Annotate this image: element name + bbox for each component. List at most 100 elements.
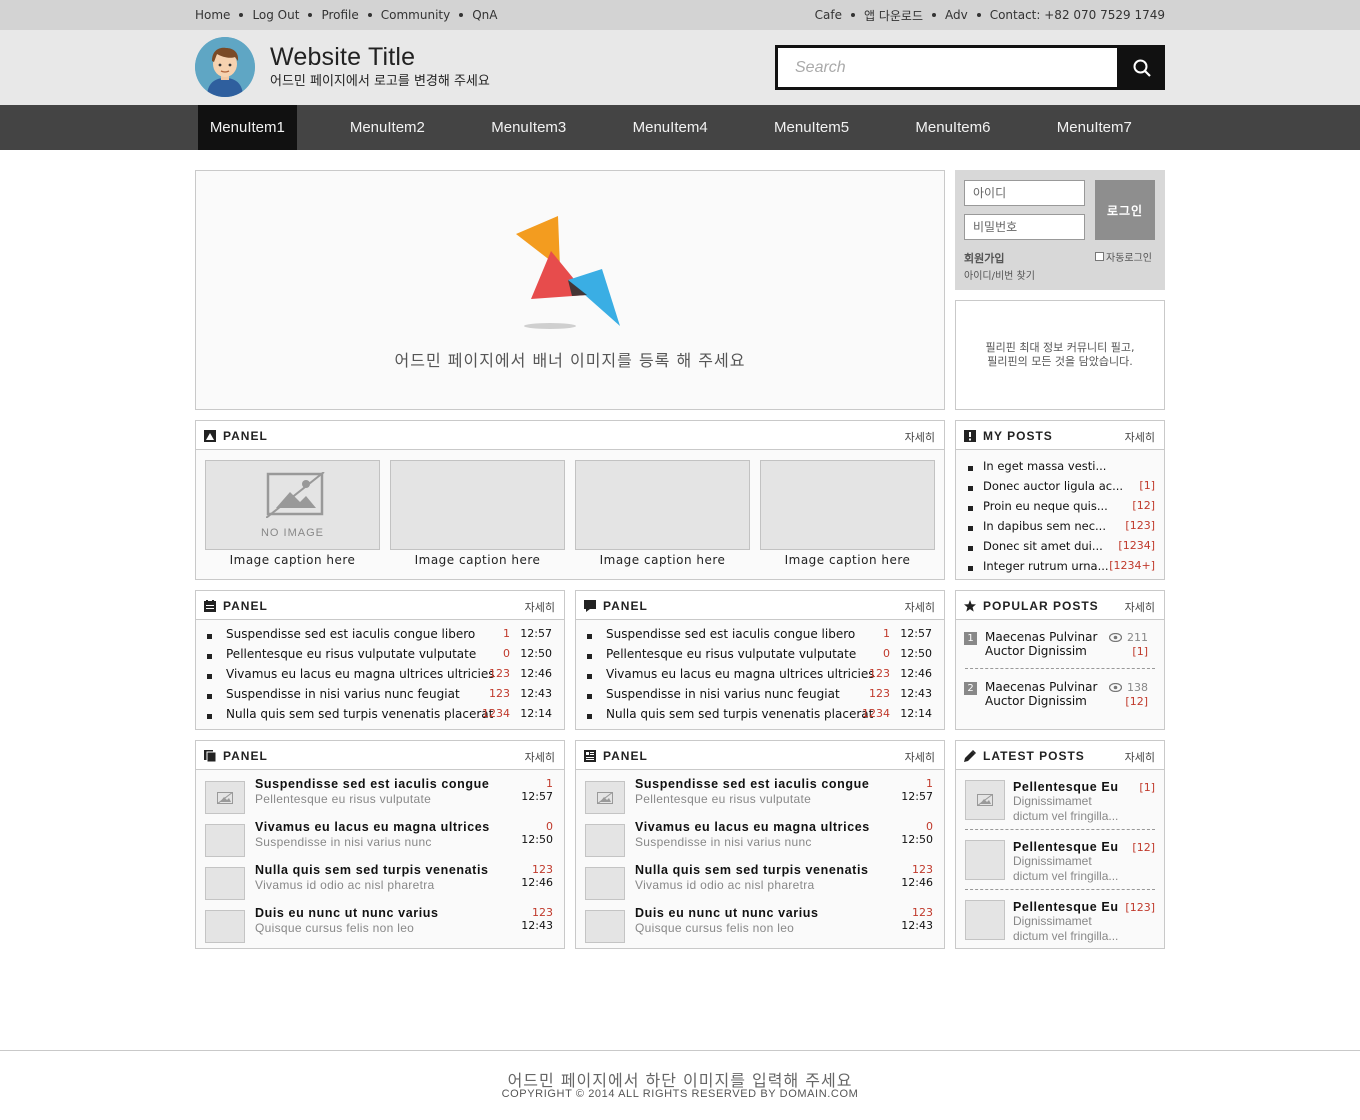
gallery-item[interactable]: Image caption here (760, 460, 935, 567)
alert-icon (964, 430, 976, 442)
list-item[interactable]: Pellentesque Eu Dignissimamet dictum vel … (965, 900, 1155, 948)
find-account-link[interactable]: 아이디/비번 찾기 (964, 267, 1035, 282)
top-link-app-download[interactable]: 앱 다운로드 (864, 7, 923, 24)
thumbnail[interactable] (965, 780, 1005, 820)
nav-item-7[interactable]: MenuItem7 (1024, 105, 1165, 150)
panel-title: POPULAR POSTS (983, 599, 1099, 613)
thumbnail[interactable] (205, 824, 245, 857)
thumbnail[interactable] (585, 824, 625, 857)
eye-icon (1109, 683, 1122, 692)
separator-dot (931, 13, 936, 17)
list-item[interactable]: Integer rutrum urna... [1234+] (968, 559, 1155, 579)
list-item[interactable]: Nulla quis sem sed turpis venenatis Vivam… (205, 863, 553, 903)
top-link-home[interactable]: Home (195, 8, 230, 22)
more-link[interactable]: 자세히 (525, 749, 555, 765)
top-link-community[interactable]: Community (381, 8, 450, 22)
separator-dot (308, 13, 313, 17)
list-item[interactable]: Suspendisse sed est iaculis congue liber… (587, 627, 944, 647)
thumbnail[interactable] (965, 900, 1005, 940)
thumbnail[interactable] (585, 781, 625, 814)
thumbnail[interactable] (205, 781, 245, 814)
comment-count: [12] (1125, 695, 1148, 708)
top-link-contact[interactable]: Contact: +82 070 7529 1749 (990, 8, 1165, 22)
list-item[interactable]: Proin eu neque quis... [12] (968, 499, 1155, 519)
nav-item-3[interactable]: MenuItem3 (458, 105, 599, 150)
list-item[interactable]: Suspendisse in nisi varius nunc feugiat 1… (587, 687, 944, 707)
view-count: 138 (1109, 681, 1148, 694)
list-item[interactable]: Vivamus eu lacus eu magna ultrices ultri… (587, 667, 944, 687)
signup-link[interactable]: 회원가입 (964, 250, 1004, 266)
nav-item-2[interactable]: MenuItem2 (317, 105, 458, 150)
search-button[interactable] (1119, 45, 1165, 90)
top-link-cafe[interactable]: Cafe (815, 8, 842, 22)
thumbnail[interactable] (205, 867, 245, 900)
list-item[interactable]: Pellentesque Eu Dignissimamet dictum vel … (965, 840, 1155, 888)
top-link-qna[interactable]: QnA (472, 8, 497, 22)
image-placeholder-icon (217, 791, 233, 804)
more-link[interactable]: 자세히 (905, 749, 935, 765)
more-link[interactable]: 자세히 (905, 599, 935, 615)
list-item[interactable]: Suspendisse sed est iaculis congue Pellen… (205, 777, 553, 817)
gallery-image[interactable]: NO IMAGE (205, 460, 380, 550)
auto-login-checkbox[interactable] (1095, 252, 1104, 261)
password-input[interactable] (964, 214, 1085, 240)
list-item[interactable]: Pellentesque Eu Dignissimamet dictum vel … (965, 780, 1155, 828)
list-item[interactable]: Suspendisse sed est iaculis congue Pellen… (585, 777, 933, 817)
gallery-caption: Image caption here (414, 553, 541, 567)
divider (965, 829, 1155, 830)
gallery-image[interactable] (760, 460, 935, 550)
top-link-logout[interactable]: Log Out (252, 8, 299, 22)
more-link[interactable]: 자세히 (1125, 749, 1155, 765)
gallery-item[interactable]: Image caption here (390, 460, 565, 567)
list-item[interactable]: In dapibus sem nec... [123] (968, 519, 1155, 539)
view-count: 211 (1109, 631, 1148, 644)
search-input[interactable] (778, 48, 1117, 87)
gallery-item[interactable]: NO IMAGE Image caption here (205, 460, 380, 567)
main-banner[interactable]: 어드민 페이지에서 배너 이미지를 등록 해 주세요 (195, 170, 945, 410)
more-link[interactable]: 자세히 (525, 599, 555, 615)
list-item[interactable]: Pellentesque eu risus vulputate vulputat… (207, 647, 564, 667)
gallery-item[interactable]: Image caption here (575, 460, 750, 567)
top-link-profile[interactable]: Profile (321, 8, 358, 22)
auto-login-toggle[interactable]: 자동로그인 (1095, 249, 1152, 264)
auto-login-label: 자동로그인 (1106, 253, 1152, 264)
nav-item-6[interactable]: MenuItem6 (882, 105, 1023, 150)
list-item[interactable]: Vivamus eu lacus eu magna ultrices ultri… (207, 667, 564, 687)
list-item[interactable]: Duis eu nunc ut nunc varius Quisque cursu… (205, 906, 553, 946)
site-title[interactable]: Website Title (270, 43, 415, 72)
list-item[interactable]: Suspendisse sed est iaculis congue liber… (207, 627, 564, 647)
list-item[interactable]: Nulla quis sem sed turpis venenatis plac… (587, 707, 944, 727)
calendar-icon (204, 600, 216, 612)
list-item[interactable]: Donec auctor ligula ac... [1] (968, 479, 1155, 499)
more-link[interactable]: 자세히 (1125, 429, 1155, 445)
thumb-list-panel-2: PANEL 자세히 Suspendisse sed est iaculis co… (575, 740, 945, 949)
list-item[interactable]: Duis eu nunc ut nunc varius Quisque cursu… (585, 906, 933, 946)
list-item[interactable]: Pellentesque eu risus vulputate vulputat… (587, 647, 944, 667)
user-id-input[interactable] (964, 180, 1085, 206)
popular-posts-panel: POPULAR POSTS 자세히 1 Maecenas Pulvinar Auc… (955, 590, 1165, 730)
top-link-adv[interactable]: Adv (945, 8, 968, 22)
nav-item-5[interactable]: MenuItem5 (741, 105, 882, 150)
list-item[interactable]: Vivamus eu lacus eu magna ultrices Suspen… (585, 820, 933, 860)
list-item[interactable]: In eget massa vesti... (968, 459, 1155, 479)
list-item[interactable]: Nulla quis sem sed turpis venenatis Vivam… (585, 863, 933, 903)
more-link[interactable]: 자세히 (905, 429, 935, 445)
gallery-image[interactable] (390, 460, 565, 550)
gallery-image[interactable] (575, 460, 750, 550)
nav-item-4[interactable]: MenuItem4 (599, 105, 740, 150)
thumbnail[interactable] (965, 840, 1005, 880)
login-button[interactable]: 로그인 (1095, 180, 1155, 240)
nav-item-1[interactable]: MenuItem1 (198, 105, 297, 150)
thumb-list-panel-1: PANEL 자세히 Suspendisse sed est iaculis co… (195, 740, 565, 949)
list-item[interactable]: Vivamus eu lacus eu magna ultrices Suspen… (205, 820, 553, 860)
thumbnail[interactable] (205, 910, 245, 943)
list-item[interactable]: Suspendisse in nisi varius nunc feugiat 1… (207, 687, 564, 707)
thumbnail[interactable] (585, 867, 625, 900)
more-link[interactable]: 자세히 (1125, 599, 1155, 615)
copy-icon (204, 750, 216, 762)
list-item[interactable]: Nulla quis sem sed turpis venenatis plac… (207, 707, 564, 727)
top-right-links: Cafe 앱 다운로드 Adv Contact: +82 070 7529 17… (815, 7, 1165, 24)
list-item[interactable]: Donec sit amet dui... [1234] (968, 539, 1155, 559)
thumbnail[interactable] (585, 910, 625, 943)
logo-avatar[interactable] (195, 37, 255, 97)
